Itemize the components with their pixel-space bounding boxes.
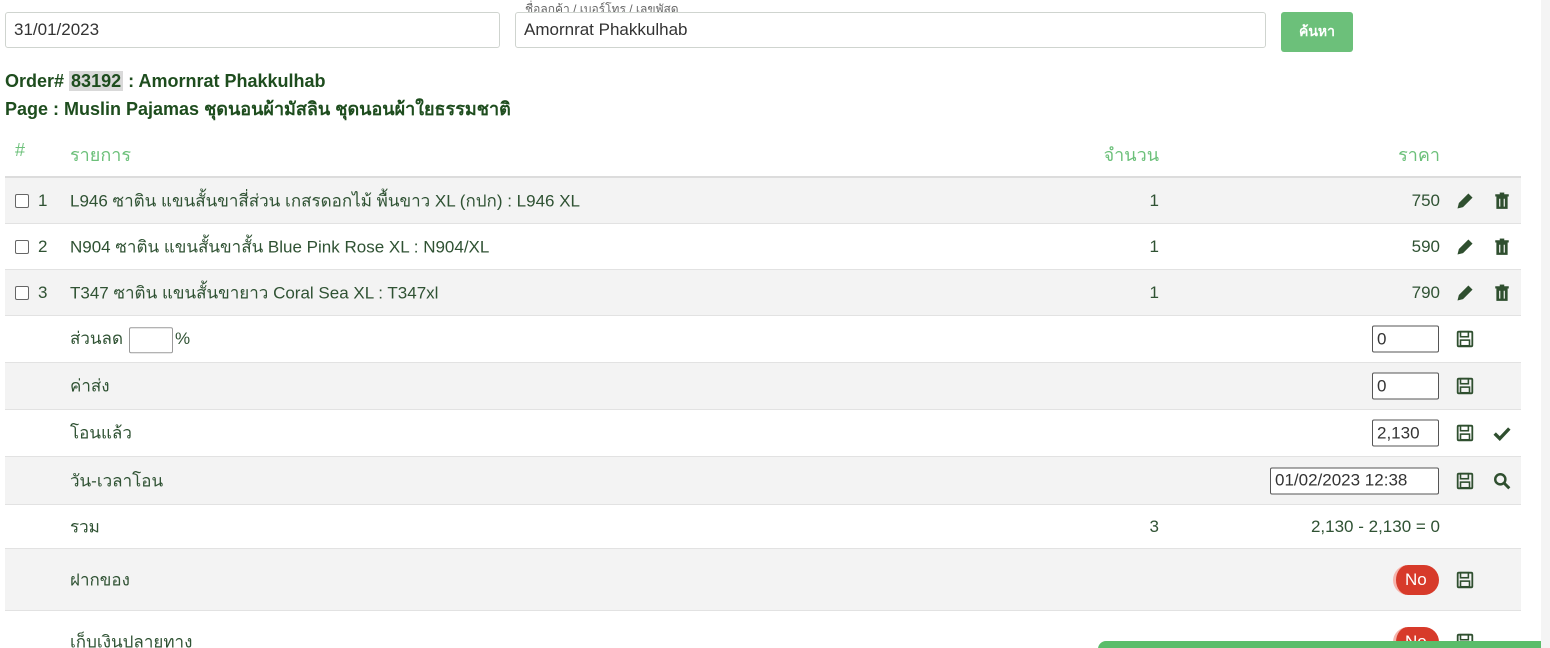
paid-label: โอนแล้ว	[70, 423, 132, 443]
table-header: # รายการ จำนวน ราคา	[5, 128, 1521, 178]
transfer-time-label: วัน-เวลาโอน	[70, 471, 164, 490]
header-qty: จำนวน	[1103, 145, 1159, 165]
row-price: 750	[1411, 190, 1440, 210]
table-row: 2 N904 ซาติน แขนสั้นขาสั้น Blue Pink Ros…	[5, 224, 1521, 270]
name-field-label: ชื่อลูกค้า / เบอร์โทร / เลขพัสดุ	[525, 2, 679, 12]
save-icon[interactable]	[1456, 571, 1474, 589]
paid-amount-input[interactable]	[1372, 419, 1439, 447]
header-num: #	[15, 140, 26, 160]
save-icon[interactable]	[1456, 377, 1474, 395]
search-row: ชื่อลูกค้า / เบอร์โทร / เลขพัสดุ ค้นหา	[5, 2, 1365, 52]
row-item-name: T347 ซาติน แขนสั้นขายาว Coral Sea XL : T…	[70, 283, 439, 302]
pencil-icon[interactable]	[1456, 238, 1474, 256]
order-prefix: Order#	[5, 71, 65, 91]
total-label: รวม	[70, 517, 100, 536]
discount-cell: ส่วนลด%	[70, 325, 190, 353]
row-number: 1	[38, 190, 48, 210]
trash-icon[interactable]	[1493, 238, 1511, 256]
percent-sign: %	[175, 329, 191, 349]
page-name: Page : Muslin Pajamas ชุดนอนผ้ามัสลิน ชุ…	[5, 99, 511, 119]
row-checkbox[interactable]	[15, 193, 29, 208]
row-price: 590	[1411, 236, 1440, 256]
total-qty: 3	[1149, 516, 1159, 536]
row-price: 790	[1411, 282, 1440, 302]
header-price: ราคา	[1398, 145, 1440, 165]
trash-icon[interactable]	[1493, 192, 1511, 210]
deposit-row: ฝากของ No	[5, 549, 1521, 611]
order-number: 83192	[69, 71, 124, 91]
discount-percent-input[interactable]	[129, 326, 174, 353]
check-icon[interactable]	[1493, 424, 1511, 442]
order-items-table: # รายการ จำนวน ราคา 1 L946 ซาติน แขนสั้น…	[5, 128, 1521, 648]
date-input[interactable]	[5, 12, 500, 48]
table-row: 1 L946 ซาติน แขนสั้นขาสี่ส่วน เกสรดอกไม้…	[5, 178, 1521, 224]
order-heading: Order# 83192 : Amornrat Phakkulhab	[5, 68, 326, 94]
shipping-label: ค่าส่ง	[70, 376, 110, 396]
row-item-name: L946 ซาติน แขนสั้นขาสี่ส่วน เกสรดอกไม้ พ…	[70, 191, 580, 210]
header-item: รายการ	[70, 145, 131, 165]
save-icon[interactable]	[1456, 330, 1474, 348]
row-checkbox[interactable]	[15, 239, 29, 254]
deposit-toggle[interactable]: No	[1393, 564, 1439, 595]
deposit-label: ฝากของ	[70, 570, 130, 589]
row-qty: 1	[1149, 282, 1159, 302]
customer-search-input[interactable]	[515, 12, 1266, 48]
save-icon[interactable]	[1456, 424, 1474, 442]
row-number: 3	[38, 282, 48, 302]
cod-label: เก็บเงินปลายทาง	[70, 632, 193, 648]
discount-label: ส่วนลด	[70, 329, 124, 349]
save-icon[interactable]	[1456, 472, 1474, 490]
table-row: 3 T347 ซาติน แขนสั้นขายาว Coral Sea XL :…	[5, 270, 1521, 316]
row-item-name: N904 ซาติน แขนสั้นขาสั้น Blue Pink Rose …	[70, 237, 490, 256]
row-qty: 1	[1149, 236, 1159, 256]
total-summary: 2,130 - 2,130 = 0	[1310, 516, 1440, 536]
search-icon[interactable]	[1493, 472, 1511, 490]
transfer-time-row: วัน-เวลาโอน	[5, 457, 1521, 505]
shipping-input[interactable]	[1372, 372, 1439, 400]
trash-icon[interactable]	[1493, 284, 1511, 302]
page-scrollbar[interactable]	[1541, 0, 1550, 648]
bottom-notification-bar[interactable]	[1098, 641, 1550, 648]
shipping-row: ค่าส่ง	[5, 363, 1521, 410]
paid-row: โอนแล้ว	[5, 410, 1521, 457]
pencil-icon[interactable]	[1456, 284, 1474, 302]
order-page: ชื่อลูกค้า / เบอร์โทร / เลขพัสดุ ค้นหา O…	[0, 0, 1550, 648]
row-checkbox[interactable]	[15, 285, 29, 300]
discount-row: ส่วนลด%	[5, 316, 1521, 363]
pencil-icon[interactable]	[1456, 192, 1474, 210]
row-qty: 1	[1149, 190, 1159, 210]
discount-amount-input[interactable]	[1372, 325, 1439, 353]
search-button[interactable]: ค้นหา	[1281, 12, 1353, 52]
row-number: 2	[38, 236, 48, 256]
transfer-time-input[interactable]	[1270, 467, 1439, 494]
order-customer: : Amornrat Phakkulhab	[128, 71, 326, 91]
total-row: รวม 3 2,130 - 2,130 = 0	[5, 505, 1521, 549]
